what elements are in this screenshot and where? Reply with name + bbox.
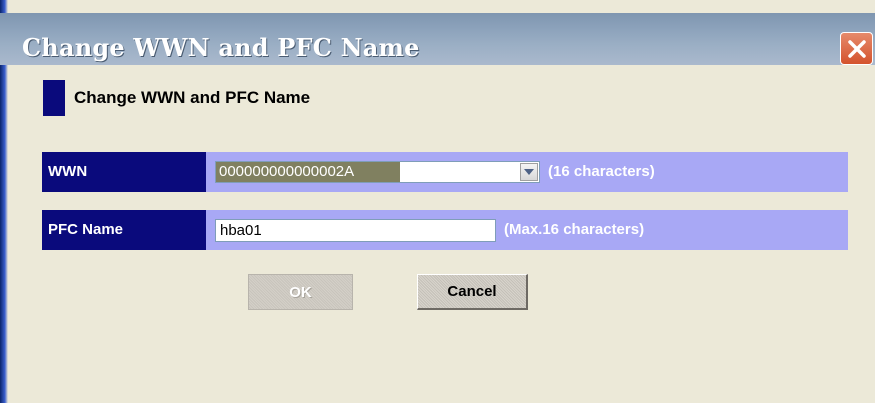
wwn-label: WWN (42, 152, 206, 192)
ok-button[interactable]: OK (248, 274, 353, 310)
section-marker (43, 80, 65, 116)
pfc-name-label: PFC Name (42, 210, 206, 250)
section-heading: Change WWN and PFC Name (74, 88, 311, 107)
wwn-hint: (16 characters) (548, 163, 655, 180)
close-button[interactable] (840, 32, 873, 65)
wwn-row: WWN 000000000000002A (16 characters) (42, 152, 848, 192)
pfc-name-input[interactable]: hba01 (215, 219, 496, 242)
cancel-button[interactable]: Cancel (417, 274, 528, 310)
wwn-dropdown[interactable]: 000000000000002A (215, 161, 540, 183)
pfc-name-row: PFC Name hba01 (Max.16 characters) (42, 210, 848, 250)
wwn-selected-value[interactable]: 000000000000002A (216, 162, 400, 182)
window-title: Change WWN and PFC Name (22, 33, 420, 62)
pfc-name-hint: (Max.16 characters) (504, 221, 645, 238)
title-bar[interactable]: Change WWN and PFC Name (0, 13, 875, 65)
chevron-down-icon (524, 169, 534, 175)
dialog-window: Change WWN and PFC Name Change WWN and P… (0, 0, 875, 403)
close-icon (847, 39, 866, 58)
wwn-dropdown-button[interactable] (520, 163, 538, 181)
